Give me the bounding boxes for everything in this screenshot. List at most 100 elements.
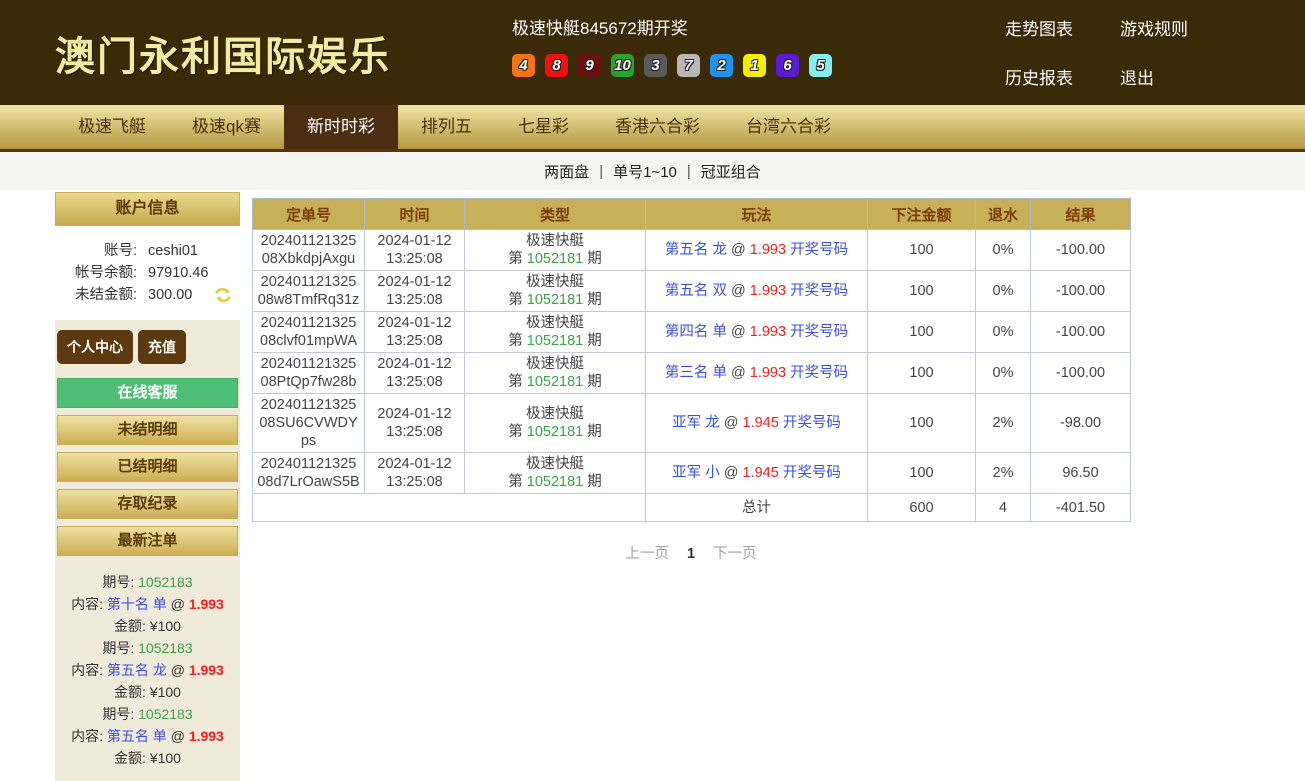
recharge-button[interactable]: 充值 xyxy=(138,330,186,364)
draw-numbers-link[interactable]: 开奖号码 xyxy=(790,324,848,340)
bet-play: 第五名 单 xyxy=(107,728,167,744)
total-empty-cell xyxy=(253,494,646,522)
bet-time: 13:25:08 xyxy=(369,332,460,350)
customer-service-button[interactable]: 在线客服 xyxy=(57,378,238,408)
logout-link[interactable]: 退出 xyxy=(1120,64,1188,89)
play-cell: 第三名 单 @ 1.993 开奖号码 xyxy=(646,353,868,394)
play-name: 亚军 龙 xyxy=(672,415,720,431)
period-number: 1052181 xyxy=(527,424,583,440)
nav-tab-xinshishicai[interactable]: 新时时彩 xyxy=(284,105,398,149)
bet-period-line: 期号: 1052183 xyxy=(57,571,238,593)
trend-chart-link[interactable]: 走势图表 xyxy=(1005,15,1073,40)
refresh-icon[interactable] xyxy=(214,287,232,303)
period-number: 1052181 xyxy=(527,474,583,490)
current-page[interactable]: 1 xyxy=(687,546,695,562)
at-sign: @ xyxy=(724,415,739,431)
order-id-cell: 20240112132508SU6CVWDYps xyxy=(253,394,365,453)
nav-tab-taiwanliuhecai[interactable]: 台湾六合彩 xyxy=(723,105,854,149)
draw-numbers-link[interactable]: 开奖号码 xyxy=(790,242,848,258)
time-cell: 2024-01-12 13:25:08 xyxy=(365,453,465,494)
total-label: 总计 xyxy=(646,494,868,522)
subnav-two-sides[interactable]: 两面盘 xyxy=(544,161,589,182)
bet-period-label: 期号: xyxy=(102,706,134,722)
bet-amount-value: ¥100 xyxy=(150,618,181,634)
latest-bets-button[interactable]: 最新注单 xyxy=(57,526,238,556)
lottery-type: 极速快艇 xyxy=(469,405,641,423)
type-cell: 极速快艇 第 1052181 期 xyxy=(465,453,646,494)
bet-content-line: 内容: 第五名 单 @ 1.993 xyxy=(57,725,238,747)
rebate-cell: 0% xyxy=(976,230,1031,271)
unsettled-details-button[interactable]: 未结明细 xyxy=(57,415,238,445)
period-suffix: 期 xyxy=(587,251,602,267)
period-prefix: 第 xyxy=(508,333,523,349)
nav-tab-jisufeiting[interactable]: 极速飞艇 xyxy=(55,105,169,149)
bet-content-line: 内容: 第五名 龙 @ 1.993 xyxy=(57,659,238,681)
col-order-id: 定单号 xyxy=(253,199,365,230)
col-time: 时间 xyxy=(365,199,465,230)
table-row: 20240112132508w8TmfRq31z 2024-01-12 13:2… xyxy=(253,271,1131,312)
nav-tab-jisuqksai[interactable]: 极速qk赛 xyxy=(169,105,284,149)
order-id-cell: 20240112132508XbkdpjAxgu xyxy=(253,230,365,271)
bet-date: 2024-01-12 xyxy=(369,405,460,423)
table-row: 20240112132508XbkdpjAxgu 2024-01-12 13:2… xyxy=(253,230,1131,271)
balance-label: 帐号余额: xyxy=(55,262,137,284)
bet-at: @ xyxy=(171,662,185,678)
time-cell: 2024-01-12 13:25:08 xyxy=(365,312,465,353)
odds-value: 1.993 xyxy=(750,365,786,381)
draw-numbers-link[interactable]: 开奖号码 xyxy=(790,283,848,299)
unsettled-value: 300.00 xyxy=(148,284,192,306)
personal-center-button[interactable]: 个人中心 xyxy=(57,330,133,364)
lottery-period: 第 1052181 期 xyxy=(469,473,641,491)
username-label: 账号: xyxy=(55,240,137,262)
game-rules-link[interactable]: 游戏规则 xyxy=(1120,15,1188,40)
pagination: 上一页 1 下一页 xyxy=(252,542,1130,563)
nav-tab-pailiewu[interactable]: 排列五 xyxy=(398,105,495,149)
period-suffix: 期 xyxy=(587,292,602,308)
odds-value: 1.945 xyxy=(743,415,779,431)
lottery-ball: 10 xyxy=(611,54,634,77)
next-page-button[interactable]: 下一页 xyxy=(713,546,757,562)
sidebar-panel: 个人中心 充值 在线客服 未结明细 已结明细 存取纪录 最新注单 期号: 105… xyxy=(55,320,240,781)
nav-tab-qixingcai[interactable]: 七星彩 xyxy=(495,105,592,149)
odds-value: 1.993 xyxy=(750,324,786,340)
lottery-period: 第 1052181 期 xyxy=(469,423,641,441)
at-sign: @ xyxy=(731,365,746,381)
type-cell: 极速快艇 第 1052181 期 xyxy=(465,230,646,271)
odds-value: 1.993 xyxy=(750,283,786,299)
amount-cell: 100 xyxy=(868,394,976,453)
bet-period-label: 期号: xyxy=(102,574,134,590)
history-report-link[interactable]: 历史报表 xyxy=(1005,64,1073,89)
prev-page-button[interactable]: 上一页 xyxy=(625,546,669,562)
settled-details-button[interactable]: 已结明细 xyxy=(57,452,238,482)
col-play: 玩法 xyxy=(646,199,868,230)
period-suffix: 期 xyxy=(587,424,602,440)
bet-period-line: 期号: 1052183 xyxy=(57,703,238,725)
lottery-ball: 7 xyxy=(677,54,700,77)
order-id-cell: 20240112132508w8TmfRq31z xyxy=(253,271,365,312)
result-cell: -100.00 xyxy=(1031,271,1131,312)
odds-value: 1.993 xyxy=(750,242,786,258)
bet-period-value: 1052183 xyxy=(138,574,193,590)
account-balance-row: 帐号余额: 97910.46 xyxy=(55,262,240,284)
bet-time: 13:25:08 xyxy=(369,373,460,391)
lottery-type: 极速快艇 xyxy=(469,232,641,250)
bet-at: @ xyxy=(171,596,185,612)
bet-play: 第五名 龙 xyxy=(107,662,167,678)
result-cell: 96.50 xyxy=(1031,453,1131,494)
subnav-champion-combo[interactable]: 冠亚组合 xyxy=(701,161,761,182)
draw-numbers-link[interactable]: 开奖号码 xyxy=(783,465,841,481)
time-cell: 2024-01-12 13:25:08 xyxy=(365,353,465,394)
rebate-cell: 0% xyxy=(976,271,1031,312)
order-id-cell: 20240112132508clvf01mpWA xyxy=(253,312,365,353)
period-suffix: 期 xyxy=(587,374,602,390)
play-cell: 亚军 小 @ 1.945 开奖号码 xyxy=(646,453,868,494)
draw-numbers-link[interactable]: 开奖号码 xyxy=(783,415,841,431)
deposit-records-button[interactable]: 存取纪录 xyxy=(57,489,238,519)
subnav-single-numbers[interactable]: 单号1~10 xyxy=(613,161,677,182)
play-name: 第五名 龙 xyxy=(665,242,727,258)
col-bet-amount: 下注金额 xyxy=(868,199,976,230)
amount-cell: 100 xyxy=(868,353,976,394)
nav-tab-xianggangliuhecai[interactable]: 香港六合彩 xyxy=(592,105,723,149)
bet-odds: 1.993 xyxy=(189,596,224,612)
draw-numbers-link[interactable]: 开奖号码 xyxy=(790,365,848,381)
